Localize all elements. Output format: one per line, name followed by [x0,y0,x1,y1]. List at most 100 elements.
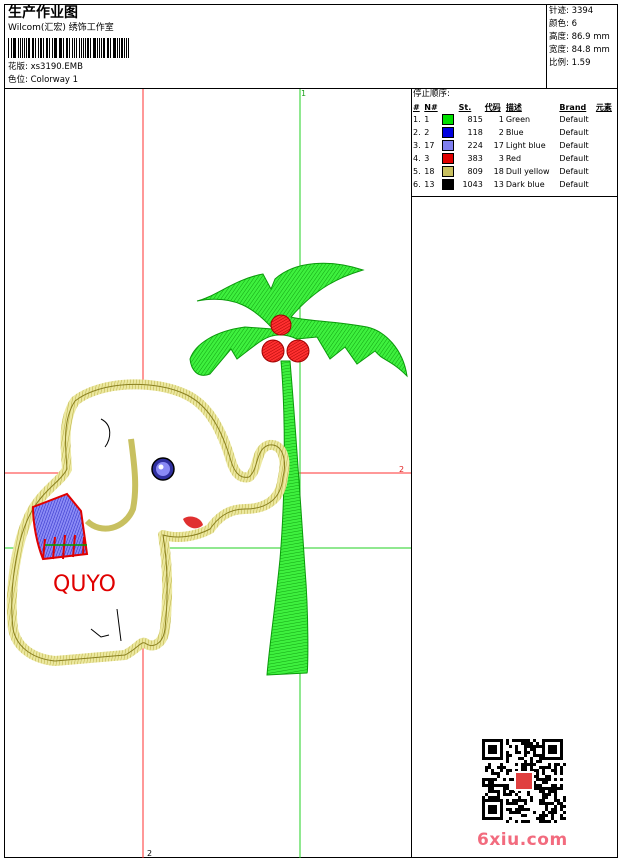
qr-finder-core [548,745,557,754]
qr-module [497,793,500,796]
qr-module [554,808,557,811]
qr-module [554,769,557,772]
qr-module [503,787,506,790]
table-row: 5. 18 809 18 Dull yellow Default [412,165,616,178]
qr-module [539,820,542,823]
qr-module [563,799,566,802]
qr-module [545,775,548,778]
qr-module [506,808,509,811]
elephant-eye-iris [156,462,170,476]
qr-module [515,763,518,766]
qr-module [545,814,548,817]
qr-module [509,808,512,811]
qr-module [536,742,539,745]
qr-module [485,766,488,769]
qr-module [530,766,533,769]
qr-module [539,787,542,790]
qr-module [524,763,527,766]
row-brand: Default [559,115,589,124]
qr-module [521,799,524,802]
qr-module [554,766,557,769]
qr-module [530,796,533,799]
colorway-label: 色位: [8,75,28,85]
qr-module [488,796,491,799]
qr-module [539,799,542,802]
qr-module [491,781,494,784]
barcode-bar [112,38,114,58]
barcode-bar [82,38,84,58]
qr-module [560,802,563,805]
qr-module [485,784,488,787]
qr-module [536,769,539,772]
qr-module [533,739,536,742]
qr-module [554,793,557,796]
qr-module [491,769,494,772]
qr-module [539,778,542,781]
qr-module [482,781,485,784]
color-swatch [442,179,455,190]
guide-label-2-bottom: 2 [147,849,152,858]
qr-module [554,787,557,790]
qr-module [491,790,494,793]
colorway-value: Colorway 1 [30,75,79,85]
qr-module [545,805,548,808]
row-stitches: 383 [467,154,483,163]
qr-module [560,787,563,790]
qr-module [545,802,548,805]
qr-module [560,805,563,808]
qr-module [554,778,557,781]
barcode-bar [55,38,57,58]
barcode-bar [53,38,55,58]
qr-module [548,775,551,778]
qr-module [521,814,524,817]
coconut-right [286,339,310,363]
barcode-bar [45,38,47,58]
barcode-bar [33,38,35,58]
qr-module [539,757,542,760]
stats-divider [546,4,547,88]
qr-module [560,772,563,775]
qr-module [539,802,542,805]
qr-module [506,739,509,742]
barcode-bar [28,38,30,58]
table-row: 3. 17 224 17 Light blue Default [412,139,616,152]
barcode-bar [42,38,44,58]
barcode-bar [99,38,100,58]
qr-module [512,799,515,802]
qr-module [515,808,518,811]
coconut-left [261,339,285,363]
qr-module [542,796,545,799]
qr-module [548,802,551,805]
qr-module [524,802,527,805]
barcode [8,38,130,58]
row-swatch [441,152,457,165]
qr-module [503,778,506,781]
design-height: 高度: 86.9 mm [549,32,610,42]
row-needle: 18 [424,167,435,176]
qr-module [539,817,542,820]
row-code: 1 [498,115,504,124]
barcode-bar [67,38,68,58]
qr-module [506,784,509,787]
qr-module [524,742,527,745]
qr-module [515,802,518,805]
row-element [595,139,616,152]
col-brand: Brand [559,102,587,112]
qr-module [497,772,500,775]
row-element [595,126,616,139]
qr-module [536,775,539,778]
qr-code [482,739,566,823]
qr-module [542,772,545,775]
qr-module [539,814,542,817]
qr-module [542,799,545,802]
qr-module [560,769,563,772]
qr-module [527,742,530,745]
design-scale: 比例: 1.59 [549,58,591,68]
qr-module [521,808,524,811]
row-description: Red [505,154,522,163]
row-element [595,152,616,165]
qr-module [563,763,566,766]
stop-sequence-table: # N# St. 代码 描述 Brand 元素 1. 1 815 1 Green Defa… [412,101,616,191]
qr-module [527,745,530,748]
qr-module [521,757,524,760]
